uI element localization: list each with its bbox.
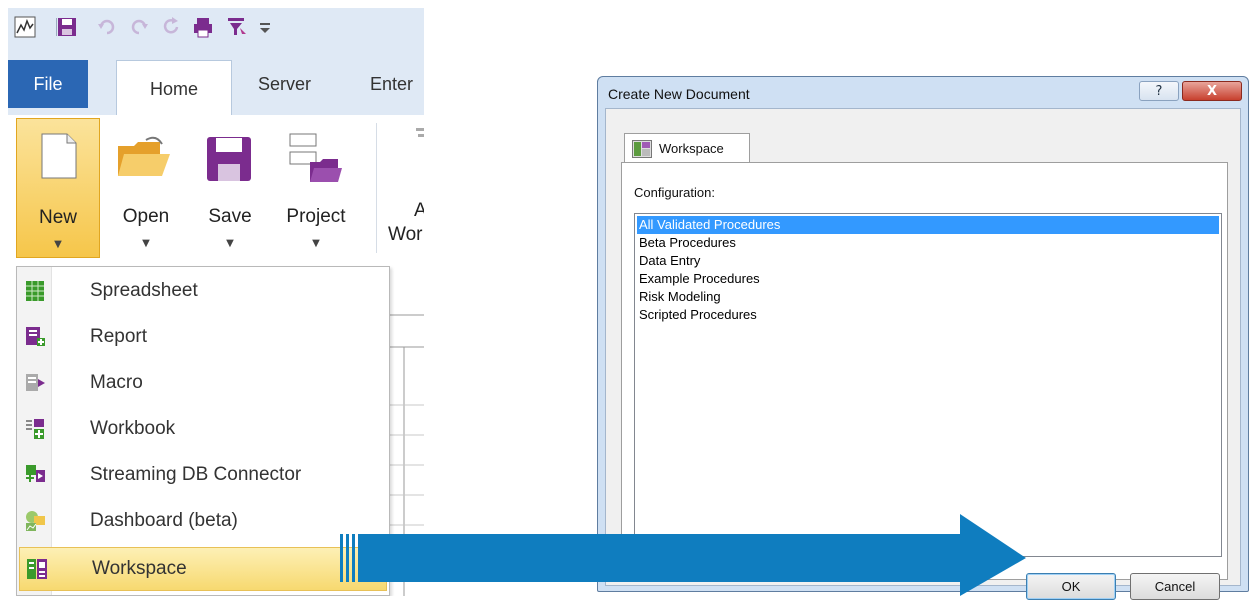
open-button[interactable]: Open ▼	[104, 118, 188, 258]
configuration-label: Configuration:	[634, 185, 715, 200]
app-icon	[14, 16, 36, 38]
list-item[interactable]: Data Entry	[637, 252, 1219, 270]
open-folder-icon	[116, 136, 172, 184]
dialog-title: Create New Document	[608, 86, 750, 102]
project-icon	[288, 132, 344, 188]
print-icon[interactable]	[192, 16, 214, 38]
chevron-down-icon: ▼	[54, 239, 62, 250]
menu-item-workspace[interactable]: Workspace	[19, 547, 387, 591]
partial-label-bottom: Wor	[388, 224, 423, 245]
new-document-icon	[41, 133, 77, 183]
save-icon[interactable]	[56, 16, 78, 38]
dashboard-icon	[18, 510, 52, 532]
chevron-down-icon: ▼	[142, 238, 150, 249]
tab-workspace[interactable]: Workspace	[624, 133, 750, 163]
list-item[interactable]: All Validated Procedures	[637, 216, 1219, 234]
partial-ribbon-icon	[414, 126, 424, 160]
ribbon-screenshot: File Home Server Enter New ▼ Open ▼ Save…	[8, 8, 424, 596]
workspace-tab-icon	[629, 139, 655, 159]
save-button[interactable]: Save ▼	[188, 118, 272, 258]
quick-access-toolbar	[8, 8, 424, 48]
menu-item-spreadsheet[interactable]: Spreadsheet	[18, 269, 388, 313]
tab-file[interactable]: File	[8, 60, 88, 108]
refresh-icon[interactable]	[160, 16, 182, 38]
menu-item-label: Report	[90, 326, 148, 347]
new-button-label: New	[38, 207, 77, 228]
partial-ribbon-button[interactable]: A Wor	[388, 118, 424, 258]
partial-label-top: A	[414, 200, 424, 221]
open-button-label: Open	[122, 206, 170, 227]
new-button[interactable]: New ▼	[16, 118, 100, 258]
menu-item-workbook[interactable]: Workbook	[18, 407, 388, 451]
save-button-label: Save	[208, 206, 252, 227]
chevron-down-icon: ▼	[312, 238, 320, 249]
list-item[interactable]: Scripted Procedures	[637, 306, 1219, 324]
help-button[interactable]: ?	[1139, 81, 1179, 101]
spreadsheet-icon	[18, 280, 52, 302]
customize-toolbar-icon[interactable]	[254, 16, 276, 38]
close-button[interactable]: X	[1182, 81, 1242, 101]
tab-server[interactable]: Server	[258, 60, 311, 108]
menu-item-label: Workspace	[92, 558, 187, 579]
undo-icon[interactable]	[96, 16, 118, 38]
menu-item-macro[interactable]: Macro	[18, 361, 388, 405]
ribbon-group-divider	[376, 123, 377, 253]
new-dropdown-menu: Spreadsheet Report Macro Workbook Stream	[16, 266, 390, 596]
project-button-label: Project	[286, 206, 346, 227]
tab-home[interactable]: Home	[116, 60, 232, 117]
menu-item-label: Streaming DB Connector	[90, 464, 302, 485]
menu-item-label: Dashboard (beta)	[90, 510, 238, 531]
menu-item-streaming-db-connector[interactable]: Streaming DB Connector	[18, 453, 388, 497]
list-item[interactable]: Beta Procedures	[637, 234, 1219, 252]
list-item[interactable]: Risk Modeling	[637, 288, 1219, 306]
report-icon	[18, 326, 52, 348]
list-item[interactable]: Example Procedures	[637, 270, 1219, 288]
menu-item-label: Macro	[90, 372, 143, 393]
save-disk-icon	[206, 136, 252, 186]
redo-icon[interactable]	[128, 16, 150, 38]
menu-item-label: Spreadsheet	[90, 280, 198, 301]
menu-item-label: Workbook	[90, 418, 176, 439]
arrow-right-icon	[340, 510, 1030, 596]
tab-enter[interactable]: Enter	[370, 60, 413, 108]
tab-workspace-label: Workspace	[659, 141, 724, 156]
project-button[interactable]: Project ▼	[274, 118, 358, 258]
menu-item-report[interactable]: Report	[18, 315, 388, 359]
streaming-db-connector-icon	[18, 464, 52, 486]
configuration-listbox[interactable]: All Validated Procedures Beta Procedures…	[634, 213, 1222, 557]
chevron-down-icon: ▼	[226, 238, 234, 249]
workbook-icon	[18, 418, 52, 440]
filter-icon[interactable]	[226, 16, 248, 38]
menu-item-dashboard[interactable]: Dashboard (beta)	[18, 499, 388, 543]
macro-icon	[18, 372, 52, 394]
workspace-icon	[20, 558, 54, 580]
